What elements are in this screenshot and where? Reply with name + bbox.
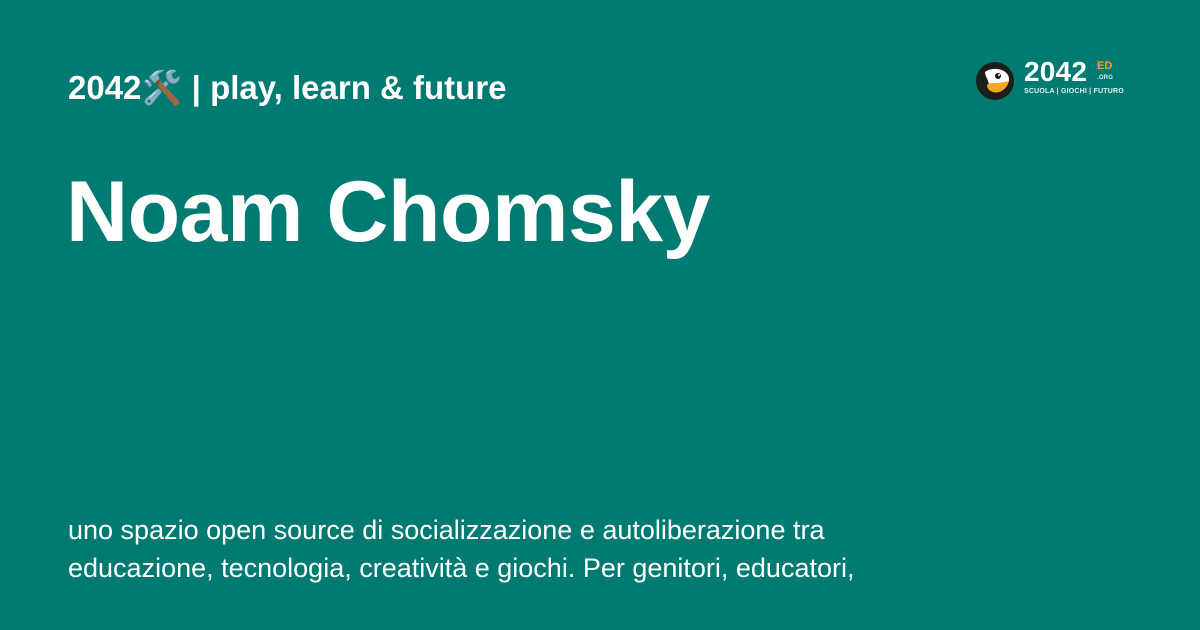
logo-suffix: ED: [1097, 60, 1113, 72]
mascot-icon: [976, 62, 1014, 100]
description: uno spazio open source di socializzazion…: [68, 515, 855, 583]
site-logo[interactable]: 2042 ED .ORG SCUOLA | GIOCHI | FUTURO: [975, 58, 1125, 102]
logo-subtitle: SCUOLA | GIOCHI | FUTURO: [1024, 88, 1124, 95]
page-title: Noam Chomsky: [66, 164, 710, 260]
tagline: 2042🛠️ | play, learn & future: [68, 69, 507, 106]
logo-domain: .ORG: [1097, 75, 1114, 81]
social-card: 2042🛠️ | play, learn & future Noam Choms…: [0, 0, 1200, 630]
logo-number: 2042: [1024, 56, 1088, 87]
